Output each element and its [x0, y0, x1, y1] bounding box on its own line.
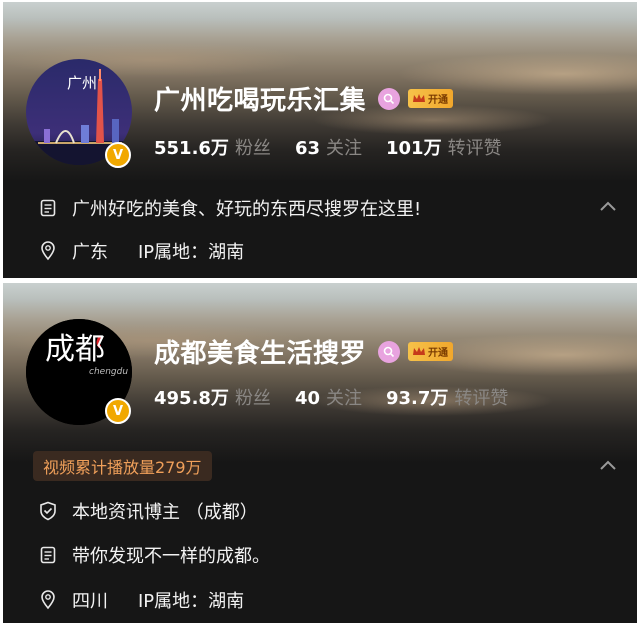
location-text: 广东 — [72, 242, 108, 263]
chevron-up-icon[interactable] — [599, 200, 617, 212]
following-count[interactable]: 63 — [295, 138, 320, 159]
location-row: 四川 IP属地：湖南 — [38, 587, 244, 613]
verified-mark: V — [112, 403, 124, 419]
creator-tag-row: 本地资讯博主 （成都） — [38, 498, 258, 524]
play-count-text: 视频累计播放量279万 — [43, 458, 202, 477]
location-pin-icon — [38, 590, 58, 610]
vip-badge[interactable]: 开通 — [408, 89, 454, 108]
creator-tag-text: 本地资讯博主 （成都） — [72, 502, 258, 523]
verified-icon: V — [105, 142, 131, 168]
avatar-text: 广州 — [67, 74, 98, 92]
ip-location-text: IP属地：湖南 — [138, 242, 245, 263]
following-count[interactable]: 40 — [295, 388, 320, 409]
bio-row: 带你发现不一样的成都。 — [38, 542, 270, 568]
verified-icon: V — [105, 398, 131, 424]
document-icon — [38, 545, 58, 565]
shield-icon — [38, 501, 58, 521]
stats-row: 495.8万 粉丝 40 关注 93.7万 转评赞 — [154, 384, 532, 410]
crown-icon — [413, 347, 426, 355]
crown-icon — [413, 94, 426, 102]
followers-count[interactable]: 495.8万 — [154, 384, 229, 410]
likes-label: 转评赞 — [447, 138, 502, 159]
followers-label: 粉丝 — [234, 138, 271, 159]
bio-row: 广州好吃的美食、好玩的东西尽搜罗在这里! — [38, 195, 421, 221]
chevron-up-icon[interactable] — [599, 459, 617, 471]
name-row: 成都美食生活搜罗 开通 — [154, 333, 454, 370]
following-label: 关注 — [326, 138, 362, 159]
location-pin-icon — [38, 241, 58, 261]
profile-card-chengdu: 成都 chengdu V 成都美食生活搜罗 开通 495.8万 粉丝 40 关注… — [3, 283, 637, 623]
account-name: 广州吃喝玩乐汇集 — [154, 86, 367, 116]
ip-location-text: IP属地：湖南 — [138, 591, 245, 612]
avatar-subtext: chengdu — [89, 367, 129, 377]
profile-card-guangzhou: 广州 V 广州吃喝玩乐汇集 开通 551.6万 粉丝 63 关注 101万 转评… — [3, 2, 637, 278]
followers-label: 粉丝 — [234, 388, 271, 409]
search-icon[interactable] — [378, 87, 401, 110]
bio-text: 带你发现不一样的成都。 — [72, 546, 270, 567]
document-icon — [38, 198, 58, 218]
vip-label: 开通 — [428, 348, 449, 359]
avatar-text: 成都 — [45, 332, 105, 367]
followers-count[interactable]: 551.6万 — [154, 134, 229, 160]
play-count-badge: 视频累计播放量279万 — [33, 451, 212, 481]
location-row: 广东 IP属地：湖南 — [38, 238, 244, 264]
following-label: 关注 — [326, 388, 362, 409]
vip-label: 开通 — [428, 95, 449, 106]
account-name: 成都美食生活搜罗 — [154, 339, 367, 369]
name-row: 广州吃喝玩乐汇集 开通 — [154, 80, 454, 117]
stats-row: 551.6万 粉丝 63 关注 101万 转评赞 — [154, 134, 526, 160]
likes-label: 转评赞 — [454, 388, 509, 409]
vip-badge[interactable]: 开通 — [408, 342, 454, 361]
location-text: 四川 — [72, 591, 108, 612]
likes-count[interactable]: 101万 — [386, 134, 442, 160]
verified-mark: V — [112, 147, 124, 163]
bio-text: 广州好吃的美食、好玩的东西尽搜罗在这里! — [72, 199, 422, 220]
search-icon[interactable] — [378, 340, 401, 363]
likes-count[interactable]: 93.7万 — [386, 384, 448, 410]
